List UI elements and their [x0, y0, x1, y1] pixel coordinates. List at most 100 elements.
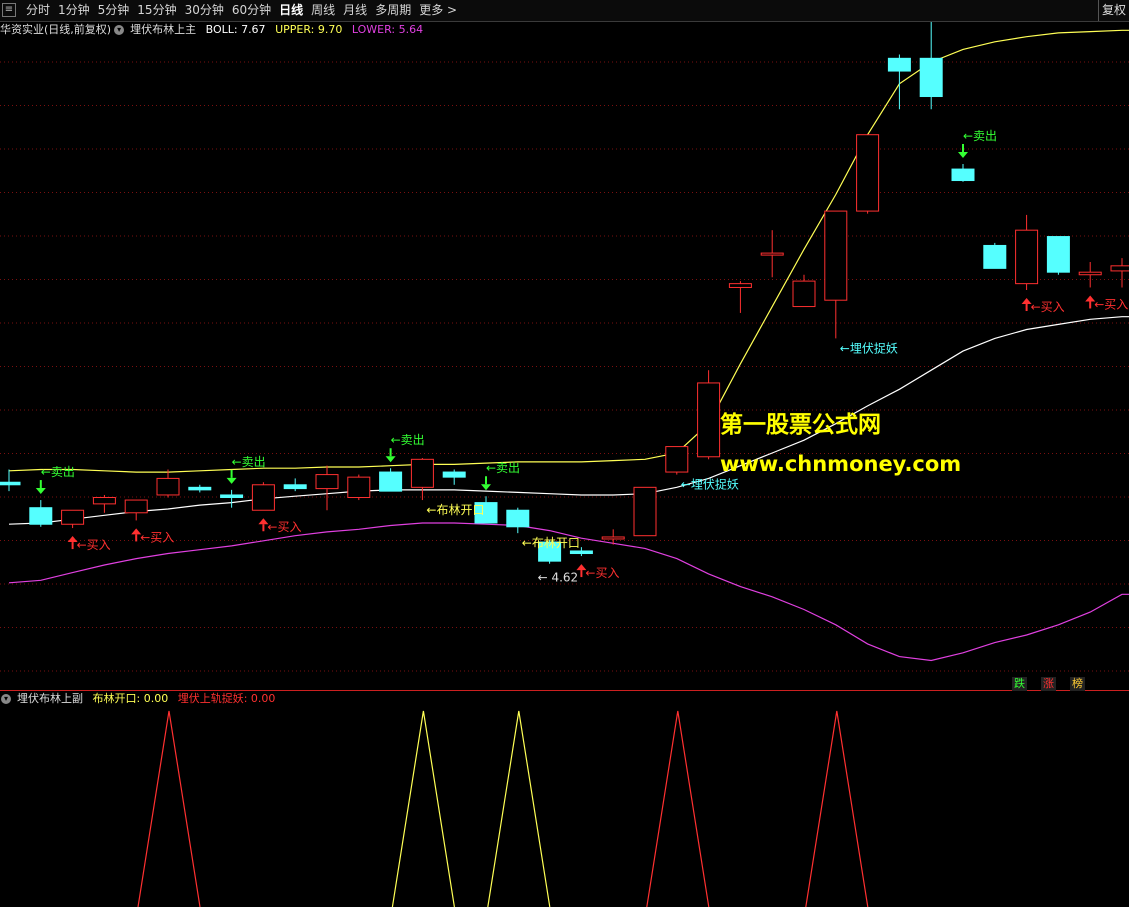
- candlestick: [1110, 258, 1129, 288]
- sell-arrow-icon: [958, 151, 968, 158]
- candlestick: [29, 500, 53, 527]
- sell-signal-label: ←卖出: [232, 455, 266, 469]
- candlestick: [506, 507, 530, 534]
- tab-fenshi[interactable]: 分时: [22, 0, 54, 21]
- tab-30min[interactable]: 30分钟: [181, 0, 228, 21]
- candlestick: [188, 484, 212, 493]
- period-toolbar: ≡ 分时 1分钟 5分钟 15分钟 30分钟 60分钟 日线 周线 月线 多周期…: [0, 0, 1129, 22]
- candle-body: [251, 484, 275, 511]
- tab-5min[interactable]: 5分钟: [94, 0, 134, 21]
- boll-value: BOLL: 7.67: [205, 23, 266, 36]
- candle-body: [1110, 265, 1129, 272]
- restore-rights-button[interactable]: 复权: [1098, 0, 1129, 21]
- bollinger-bands: [8, 29, 1129, 662]
- candle-body: [633, 486, 657, 537]
- candle-body: [1046, 236, 1070, 273]
- candle-body: [951, 168, 975, 182]
- buy-signal-label: ←买入: [77, 538, 111, 552]
- candlestick: [92, 494, 116, 513]
- tab-15min[interactable]: 15分钟: [133, 0, 180, 21]
- buy-signal-label: ←买入: [1031, 300, 1065, 314]
- candlestick: [1078, 262, 1102, 288]
- chart-annotation: ←布林开口: [522, 536, 580, 550]
- signal-spike-line: [805, 710, 869, 907]
- boll-open-value: 布林开口: 0.00: [92, 692, 169, 705]
- sub-indicator-info: ▾ 埋伏布林上副 布林开口: 0.00 埋伏上轨捉妖: 0.00: [0, 691, 281, 707]
- chart-annotation: ← 4.62: [538, 571, 579, 585]
- legend-rank-button[interactable]: 榜: [1070, 677, 1085, 691]
- candle-body: [188, 486, 212, 491]
- candle-body: [379, 471, 403, 492]
- candle-body: [601, 536, 625, 540]
- candle-body: [506, 509, 530, 528]
- main-indicator-name[interactable]: 埋伏布林上主: [130, 23, 196, 36]
- candle-body: [824, 210, 848, 301]
- sell-signal-label: ←卖出: [391, 433, 425, 447]
- candlesticks: [0, 1, 1129, 564]
- candle-body: [156, 477, 180, 496]
- chart-annotation: ←埋伏捉妖: [840, 340, 898, 355]
- tab-more[interactable]: 更多 >: [415, 0, 461, 21]
- buy-signal-label: ←买入: [140, 530, 174, 544]
- tab-monthly[interactable]: 月线: [339, 0, 371, 21]
- sell-arrow-icon: [481, 484, 491, 491]
- menu-toggle-button[interactable]: ≡: [2, 3, 16, 17]
- candle-body: [410, 458, 434, 488]
- candlestick: [61, 509, 85, 529]
- candle-body: [1015, 229, 1039, 285]
- candlestick: [347, 474, 371, 501]
- watermark-url: www.chnmoney.com: [720, 452, 961, 476]
- tab-1min[interactable]: 1分钟: [54, 0, 94, 21]
- dropdown-circle-icon[interactable]: ▾: [1, 694, 11, 704]
- tab-daily[interactable]: 日线: [275, 0, 307, 21]
- ambush-value: 埋伏上轨捉妖: 0.00: [177, 692, 276, 705]
- candlestick: [665, 446, 689, 475]
- lower-value: LOWER: 5.64: [351, 23, 424, 36]
- tab-60min[interactable]: 60分钟: [228, 0, 275, 21]
- tab-weekly[interactable]: 周线: [307, 0, 339, 21]
- candlestick: [220, 489, 244, 508]
- stock-title: 华资实业(日线,前复权): [0, 23, 112, 36]
- candlestick: [379, 468, 403, 492]
- candle-body: [856, 134, 880, 212]
- sub-indicator-name[interactable]: 埋伏布林上副: [17, 692, 83, 705]
- candlestick: [760, 230, 784, 278]
- candlestick: [410, 458, 434, 501]
- candlestick: [156, 469, 180, 498]
- candlestick: [983, 242, 1007, 269]
- market-legend: 跌 涨 榜: [998, 677, 1085, 691]
- candlestick: [1015, 214, 1039, 291]
- candlestick: [0, 469, 21, 492]
- signal-spike-line: [137, 710, 201, 907]
- watermark: 第一股票公式网 www.chnmoney.com: [720, 411, 961, 476]
- legend-rise-button[interactable]: 涨: [1041, 677, 1056, 691]
- sell-signal-label: ←卖出: [486, 461, 520, 475]
- signal-spike-line: [487, 710, 551, 907]
- candle-body: [347, 476, 371, 499]
- candlestick: [856, 134, 880, 214]
- sell-signal-label: ←卖出: [41, 465, 75, 479]
- buy-signal-label: ←买入: [585, 566, 619, 580]
- candle-body: [442, 471, 466, 478]
- candle-body: [61, 509, 85, 525]
- candle-body: [569, 550, 593, 555]
- dropdown-circle-icon[interactable]: ▾: [114, 25, 125, 35]
- candle-body: [315, 474, 339, 490]
- chart-annotation: ←埋伏捉妖: [681, 477, 739, 492]
- candle-body: [983, 244, 1007, 269]
- period-tabs: 分时 1分钟 5分钟 15分钟 30分钟 60分钟 日线 周线 月线 多周期 更…: [22, 0, 461, 21]
- candle-body: [919, 57, 943, 98]
- candlestick: [728, 281, 752, 313]
- candle-body: [697, 382, 721, 458]
- watermark-site-name: 第一股票公式网: [720, 411, 881, 438]
- legend-fall-button[interactable]: 跌: [1012, 677, 1027, 691]
- main-indicator-info: 华资实业(日线,前复权) ▾ 埋伏布林上主 BOLL: 7.67 UPPER: 9.…: [0, 22, 429, 38]
- candle-body: [792, 280, 816, 308]
- tab-multi-period[interactable]: 多周期: [371, 0, 415, 21]
- candlestick: [283, 478, 307, 492]
- candlestick: [251, 482, 275, 511]
- buy-signal-label: ←买入: [1094, 297, 1128, 311]
- sell-arrow-icon: [35, 488, 46, 495]
- candlestick: [124, 499, 148, 521]
- candle-body: [760, 252, 784, 256]
